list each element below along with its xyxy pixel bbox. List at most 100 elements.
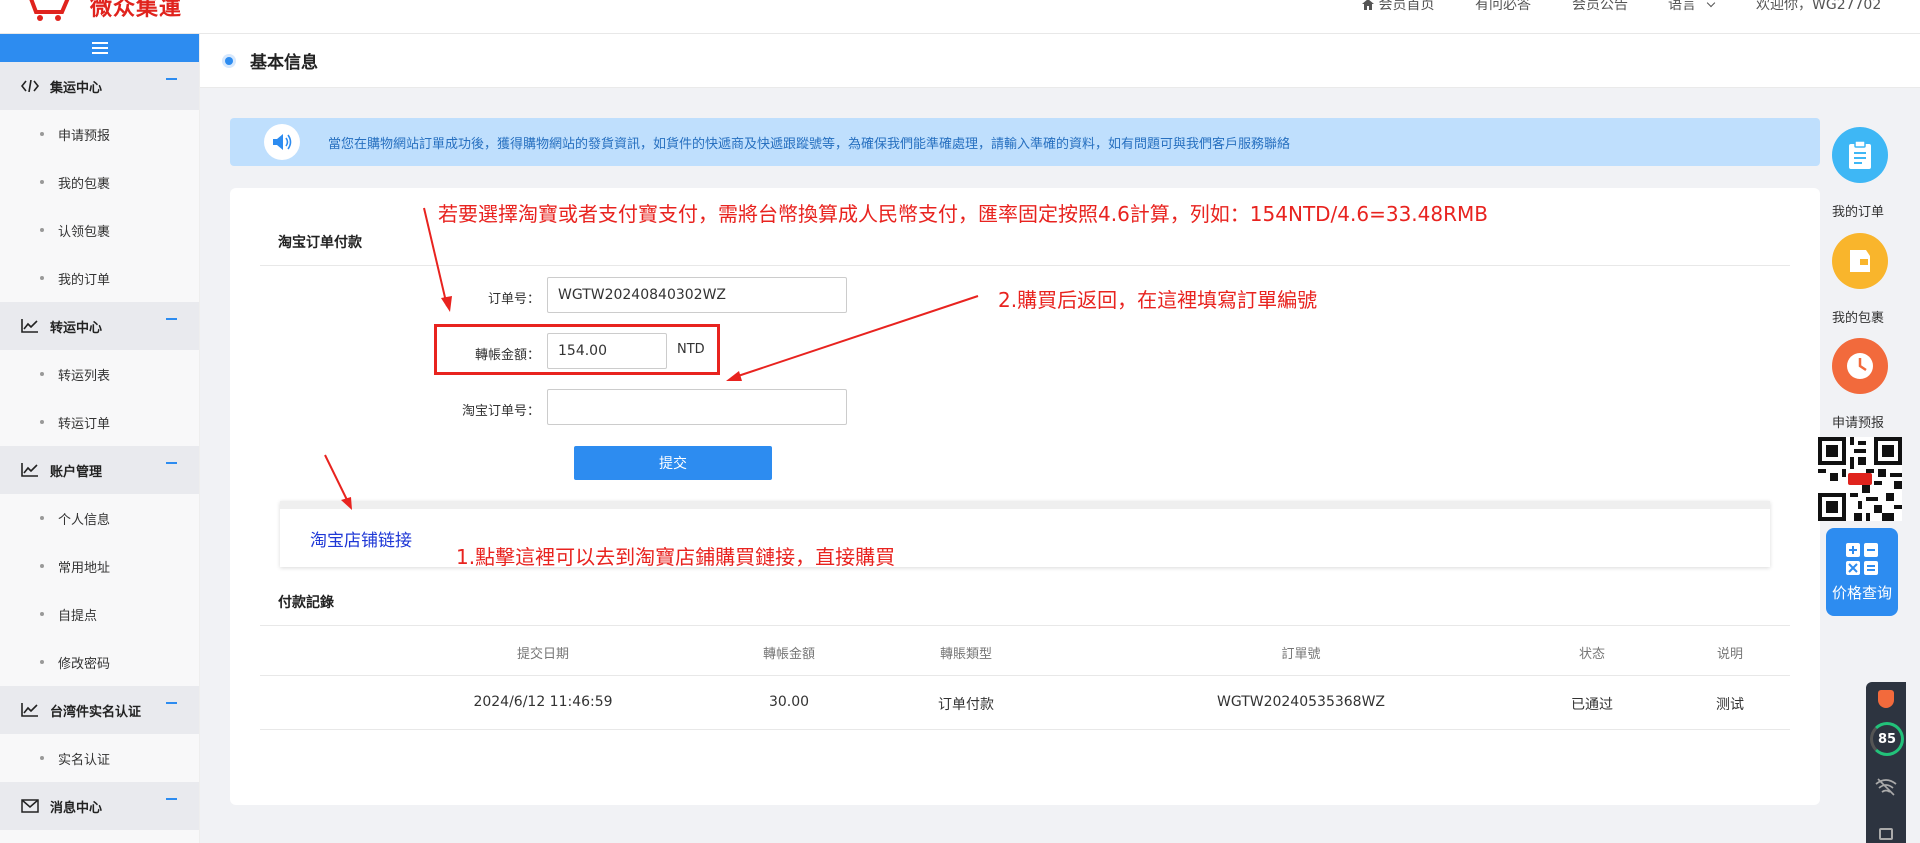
column-header: 提交日期 <box>516 647 569 662</box>
sidebar-item-label: 转运列表 <box>58 368 111 384</box>
float-my-packages-button[interactable] <box>1832 233 1888 289</box>
sidebar-group-label: 消息中心 <box>50 800 103 816</box>
line-chart-icon <box>20 319 40 333</box>
float-my-orders-label: 我的订单 <box>1832 205 1885 220</box>
speaker-icon <box>264 124 300 160</box>
float-my-packages-label: 我的包裹 <box>1832 311 1885 326</box>
cell-amount: 30.00 <box>768 694 810 710</box>
nav-member-home[interactable]: 会员首页 <box>1362 0 1434 14</box>
home-icon <box>1362 0 1374 10</box>
sidebar-item-label: 我的订单 <box>58 272 111 288</box>
collapse-icon[interactable] <box>166 702 177 704</box>
divider <box>260 675 1790 676</box>
title-dot-icon <box>222 53 236 68</box>
qr-code-icon <box>1818 437 1902 521</box>
system-monitor-widget[interactable]: 85 <box>1866 682 1906 843</box>
nav-announcements[interactable]: 会员公告 <box>1572 0 1628 14</box>
arrow-icon <box>726 295 979 381</box>
calculator-icon <box>1846 542 1878 575</box>
package-icon <box>1850 250 1870 272</box>
nav-faq[interactable]: 有问必答 <box>1475 0 1531 14</box>
sidebar-item-label: 转运订单 <box>58 416 111 432</box>
sidebar-group-label: 账户管理 <box>50 464 103 480</box>
float-apply-forecast-button[interactable] <box>1832 338 1888 394</box>
float-my-orders-button[interactable] <box>1832 127 1888 183</box>
hamburger-icon <box>91 42 108 54</box>
arrow-icon <box>324 454 352 510</box>
sidebar-group-label: 转运中心 <box>50 320 103 336</box>
sidebar-group-label: 台湾件实名认证 <box>50 704 142 720</box>
column-header: 轉帳金額 <box>762 647 815 662</box>
top-nav: 会员首页 有问必答 会员公告 语言 欢迎你，WG27702 <box>0 0 1920 14</box>
sidebar-group-account[interactable]: 账户管理 <box>0 446 199 494</box>
sidebar-item-my-packages[interactable]: 我的包裹 <box>0 158 199 206</box>
top-bar: 微众集運 会员首页 有问必答 会员公告 语言 欢迎你，WG27702 <box>0 0 1920 34</box>
page-header: 基本信息 <box>200 34 1920 88</box>
sidebar-item-addresses[interactable]: 常用地址 <box>0 542 199 590</box>
cell-note: 测试 <box>1716 697 1744 713</box>
collapse-icon[interactable] <box>166 318 177 320</box>
sidebar-item-label: 自提点 <box>58 608 98 624</box>
column-header: 状态 <box>1578 647 1605 662</box>
lock-icon <box>1879 828 1893 840</box>
sidebar-item-real-name-verification[interactable]: 实名认证 <box>0 734 199 782</box>
sidebar-item-personal-info[interactable]: 个人信息 <box>0 494 199 542</box>
collapse-icon[interactable] <box>166 798 177 800</box>
column-header: 訂單號 <box>1281 647 1321 662</box>
page-title: 基本信息 <box>250 53 318 73</box>
sidebar-item-change-password[interactable]: 修改密码 <box>0 638 199 686</box>
payment-card: 淘宝订单付款 订单号： 轉帳金額： NTD 淘宝订单号： 提交 淘宝店铺链接 若… <box>230 188 1820 805</box>
notice-banner: 當您在購物網站訂單成功後，獲得購物網站的發貨資訊，如貨件的快遞商及快遞跟蹤號等，… <box>230 118 1820 166</box>
arrow-icon <box>423 207 452 312</box>
cell-type: 订单付款 <box>938 697 994 713</box>
cell-date: 2024/6/12 11:46:59 <box>473 694 613 710</box>
code-icon <box>20 80 40 92</box>
divider <box>260 729 1790 730</box>
shield-icon <box>1878 690 1894 708</box>
nav-language-label: 语言 <box>1668 0 1696 13</box>
section-title-payment-records: 付款記錄 <box>278 595 334 611</box>
float-price-check-label: 价格查询 <box>1831 583 1892 602</box>
nav-member-home-label: 会员首页 <box>1378 0 1435 13</box>
cell-order-no: WGTW20240535368WZ <box>1217 694 1385 710</box>
sidebar-group-transfer[interactable]: 转运中心 <box>0 302 199 350</box>
sidebar-item-pickup-points[interactable]: 自提点 <box>0 590 199 638</box>
sidebar-item-label: 实名认证 <box>58 752 111 768</box>
chevron-down-icon <box>1707 0 1716 8</box>
sidebar-group-label: 集运中心 <box>50 80 103 96</box>
sidebar-item-apply-forecast[interactable]: 申请预报 <box>0 110 199 158</box>
gauge-value: 85 <box>1877 731 1897 747</box>
nav-language[interactable]: 语言 <box>1668 0 1716 14</box>
cell-status: 已通过 <box>1571 697 1613 713</box>
sidebar-group-consolidation[interactable]: 集运中心 <box>0 62 199 110</box>
sidebar-item-label: 修改密码 <box>58 656 111 672</box>
notice-text: 當您在購物網站訂單成功後，獲得購物網站的發貨資訊，如貨件的快遞商及快遞跟蹤號等，… <box>328 136 1291 152</box>
sidebar-item-my-orders[interactable]: 我的订单 <box>0 254 199 302</box>
clipboard-icon <box>1849 140 1871 169</box>
mail-icon <box>20 799 40 813</box>
clock-icon <box>1847 353 1873 379</box>
nav-welcome-user[interactable]: 欢迎你，WG27702 <box>1756 0 1881 14</box>
collapse-icon[interactable] <box>166 462 177 464</box>
sidebar-item-label: 常用地址 <box>58 560 111 576</box>
sidebar-item-label: 申请预报 <box>58 128 111 144</box>
menu-toggle-button[interactable] <box>0 34 199 62</box>
line-chart-icon <box>20 703 40 717</box>
column-header: 轉賬類型 <box>939 647 992 662</box>
float-apply-forecast-label: 申请预报 <box>1832 416 1885 431</box>
sidebar-item-label: 我的包裹 <box>58 176 111 192</box>
sidebar: 集运中心 申请预报 我的包裹 认领包裹 我的订单 转运中心 转运列表 转运订单 … <box>0 34 200 843</box>
sidebar-group-messages[interactable]: 消息中心 <box>0 782 199 830</box>
line-chart-icon <box>20 463 40 477</box>
performance-gauge: 85 <box>1870 722 1904 756</box>
divider <box>260 625 1790 626</box>
sidebar-item-label: 认领包裹 <box>58 224 111 240</box>
sidebar-item-transfer-list[interactable]: 转运列表 <box>0 350 199 398</box>
column-header: 说明 <box>1716 647 1743 662</box>
float-price-check-button[interactable]: 价格查询 <box>1826 528 1898 616</box>
collapse-icon[interactable] <box>166 78 177 80</box>
sidebar-group-taiwan-verification[interactable]: 台湾件实名认证 <box>0 686 199 734</box>
sidebar-item-transfer-orders[interactable]: 转运订单 <box>0 398 199 446</box>
sidebar-item-claim-packages[interactable]: 认领包裹 <box>0 206 199 254</box>
wifi-icon <box>1875 778 1897 796</box>
